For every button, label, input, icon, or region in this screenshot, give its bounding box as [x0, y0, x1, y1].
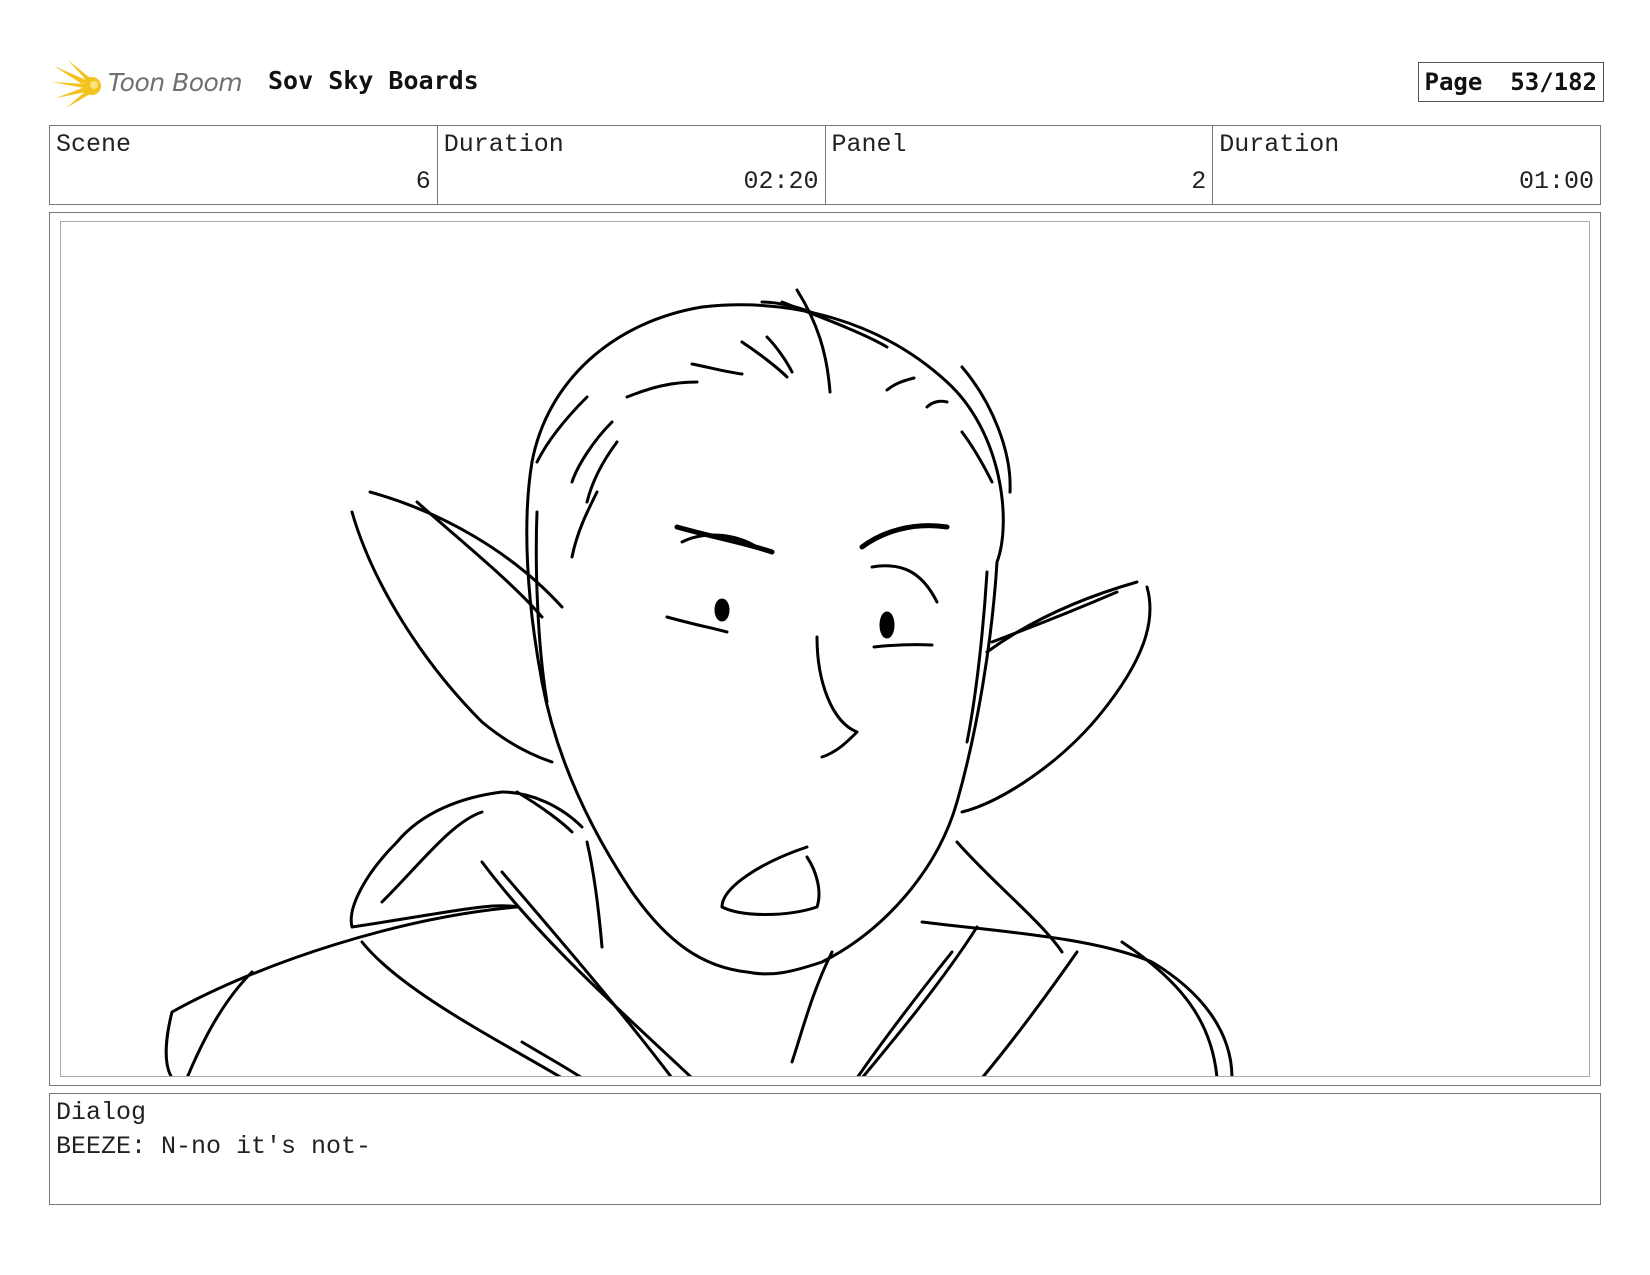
panel-canvas	[60, 221, 1590, 1077]
panel-duration-label: Duration	[1219, 130, 1340, 159]
storyboard-panel	[49, 212, 1601, 1086]
scene-cell: Scene 6	[50, 126, 438, 204]
toon-boom-logo: Toon Boom	[52, 58, 252, 110]
panel-duration-value: 01:00	[1518, 167, 1594, 196]
panel-cell: Panel 2	[826, 126, 1214, 204]
dialog-label: Dialog	[56, 1098, 147, 1127]
panel-info-row: Scene 6 Duration 02:20 Panel 2 Duration …	[49, 125, 1601, 205]
logo-text: Toon Boom	[108, 68, 243, 97]
scene-duration-label: Duration	[443, 130, 564, 159]
document-title: Sov Sky Boards	[268, 66, 479, 95]
page-header: Toon Boom Sov Sky Boards Page 53/182	[52, 58, 1604, 110]
page-indicator: Page 53/182	[1417, 62, 1604, 102]
page-label: Page	[1424, 68, 1483, 96]
dialog-section: Dialog BEEZE: N-no it's not-	[49, 1093, 1601, 1205]
star-burst-icon	[52, 60, 101, 108]
panel-value: 2	[1191, 167, 1207, 196]
dialog-text: BEEZE: N-no it's not-	[56, 1132, 372, 1161]
panel-label: Panel	[831, 130, 907, 159]
scene-duration-cell: Duration 02:20	[438, 126, 826, 204]
page-number: 53/182	[1510, 68, 1597, 96]
scene-label: Scene	[56, 130, 132, 159]
character-sketch	[164, 288, 1234, 1076]
scene-duration-value: 02:20	[743, 167, 819, 196]
scene-value: 6	[415, 167, 431, 196]
panel-duration-cell: Duration 01:00	[1213, 126, 1600, 204]
